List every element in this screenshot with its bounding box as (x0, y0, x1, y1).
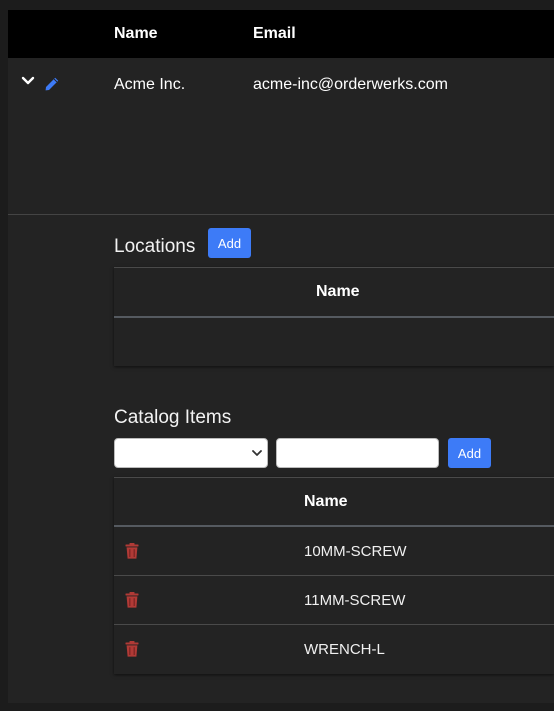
pencil-icon[interactable] (44, 76, 60, 92)
catalog-title: Catalog Items (114, 407, 232, 428)
catalog-item-select[interactable] (114, 438, 268, 468)
table-top-border (114, 477, 554, 478)
catalog-item-input[interactable] (276, 438, 439, 468)
row-divider (114, 624, 554, 625)
customer-name: Acme Inc. (114, 76, 186, 93)
top-strip (0, 0, 554, 10)
row-divider (8, 214, 554, 215)
table-header-divider (114, 525, 554, 527)
customer-email: acme-inc@orderwerks.com (253, 76, 448, 93)
column-header-name: Name (114, 25, 158, 42)
table-top-border (114, 267, 554, 268)
catalog-item-name: 10MM-SCREW (304, 543, 407, 560)
catalog-table: Name 10MM-SCREW 11MM-SCREW WRENCH-L (114, 477, 554, 674)
locations-table: Name (114, 267, 554, 366)
chevron-down-icon[interactable] (21, 74, 35, 88)
trash-icon[interactable] (125, 641, 139, 657)
row-divider (114, 575, 554, 576)
trash-icon[interactable] (125, 592, 139, 608)
add-catalog-item-button[interactable]: Add (448, 438, 491, 468)
column-header-email: Email (253, 25, 296, 42)
table-header-divider (114, 316, 554, 318)
add-location-button[interactable]: Add (208, 228, 251, 258)
customer-table: Name Email Acme Inc. acme-inc@orderwerks… (8, 10, 554, 703)
catalog-item-name: 11MM-SCREW (304, 592, 406, 609)
catalog-column-name: Name (304, 493, 348, 510)
locations-title: Locations (114, 236, 196, 257)
table-header: Name Email (8, 10, 554, 58)
locations-column-name: Name (316, 283, 360, 300)
catalog-item-name: WRENCH-L (304, 641, 385, 658)
trash-icon[interactable] (125, 543, 139, 559)
